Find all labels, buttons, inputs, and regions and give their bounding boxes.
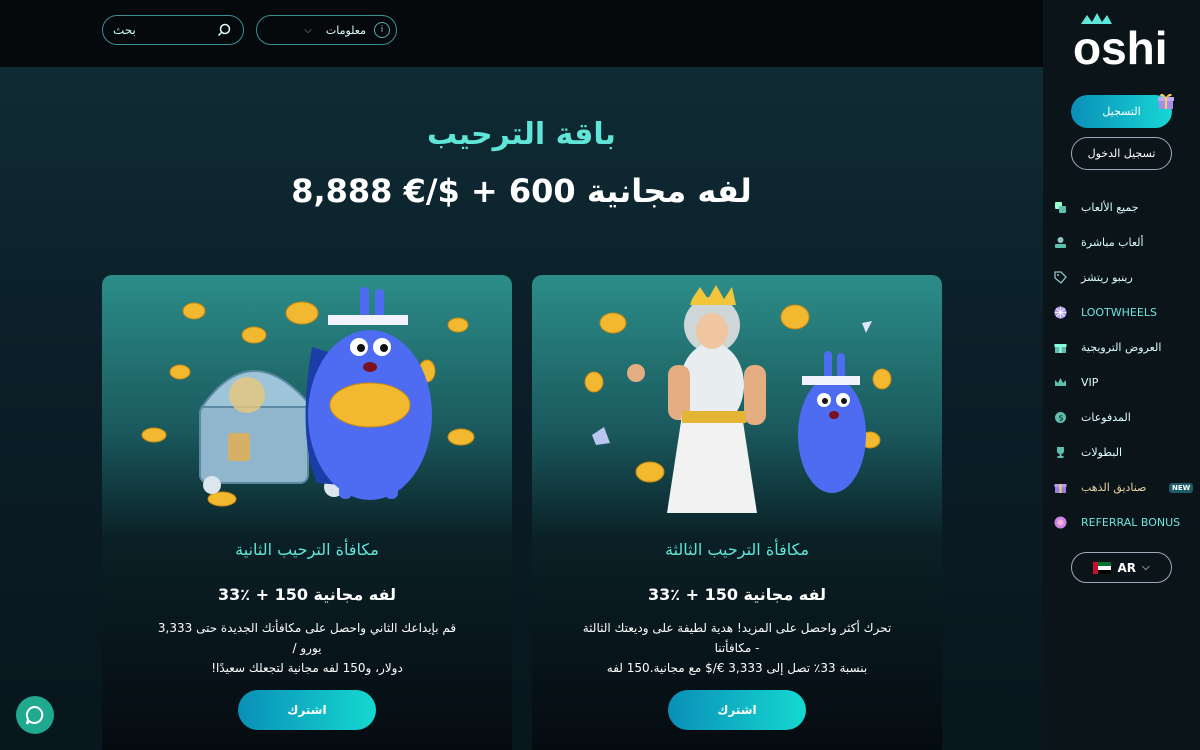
sidebar-item-label: صناديق الذهب — [1081, 481, 1147, 494]
page: بحث ⌵ معلومات i باقة الترحيب 8,888 €/$ +… — [0, 0, 1200, 750]
sidebar-item-payments[interactable]: $ المدفوعات — [1043, 400, 1200, 435]
live-dealer-icon — [1055, 237, 1066, 248]
sidebar-item-label: REFERRAL BONUS — [1081, 516, 1181, 529]
bonus-card-third: مكافأة الترحيب الثالثة 33٪ + 150 لفه مجا… — [532, 275, 942, 750]
bonus-card-description-line: تحرك أكثر واحصل على المزيد! هدية لطيفة ع… — [582, 621, 892, 655]
bonus-card-description-line: قم بإيداعك الثاني واحصل على مكافأتك الجد… — [157, 621, 457, 655]
chevron-down-icon: ⌵ — [1141, 562, 1150, 573]
uae-flag-icon — [1093, 561, 1112, 574]
gift-icon — [1158, 93, 1174, 109]
search-icon — [217, 23, 231, 37]
sidebar-item-lootwheels[interactable]: LOOTWHEELS — [1043, 295, 1200, 330]
sidebar-item-all-games[interactable]: جميع الألعاب — [1043, 190, 1200, 225]
top-bar: بحث ⌵ معلومات i — [0, 0, 1043, 67]
zeus-illustration — [584, 285, 892, 513]
tag-icon — [1054, 271, 1067, 284]
chat-button[interactable] — [16, 696, 54, 734]
bonus-card-description-line: دولار، و150 لفه مجانية لتجعلك سعيدًا! — [211, 661, 403, 675]
gold-box-icon — [1054, 484, 1067, 493]
info-icon: i — [374, 22, 390, 38]
sidebar-item-label: جميع الألعاب — [1081, 201, 1139, 214]
bonus-card-description-line: بنسبة 33٪ تصل إلى 3,333 €/$ مع مجانية.15… — [606, 661, 868, 675]
chat-bubble-icon — [25, 705, 44, 725]
welcome-offer: 8,888 €/$ + 600 لفه مجانية — [291, 172, 752, 210]
info-dropdown[interactable]: ⌵ معلومات i — [256, 15, 397, 45]
page-title: باقة الترحيب — [427, 117, 616, 152]
bonus-card-description: تحرك أكثر واحصل على المزيد! هدية لطيفة ع… — [582, 618, 892, 678]
sidebar-item-label: LOOTWHEELS — [1081, 306, 1157, 319]
sidebar-item-gold-boxes[interactable]: صناديق الذهب NEW — [1043, 470, 1200, 505]
register-label: التسجيل — [1102, 105, 1141, 118]
sidebar-item-label: رينبو ريتشز — [1081, 271, 1133, 284]
sidebar-item-referral-bonus[interactable]: REFERRAL BONUS — [1043, 505, 1200, 540]
language-label: AR — [1117, 560, 1136, 575]
coin-icon: $ — [1055, 412, 1066, 423]
referral-icon — [1054, 516, 1067, 529]
main-content: باقة الترحيب 8,888 €/$ + 600 لفه مجانية — [0, 67, 1043, 750]
register-button[interactable]: التسجيل — [1071, 93, 1174, 128]
sidebar-item-label: العروض الترويجية — [1081, 341, 1162, 354]
logo-text: oshi — [1073, 22, 1168, 70]
bonus-card-offer: 33٪ + 150 لفه مجانية — [217, 585, 397, 604]
wheel-icon — [1054, 306, 1067, 319]
sidebar-item-vip[interactable]: VIP — [1043, 365, 1200, 400]
sidebar-item-label: المدفوعات — [1081, 411, 1131, 424]
sidebar-item-tournaments[interactable]: البطولات — [1043, 435, 1200, 470]
sidebar-item-promotions[interactable]: العروض الترويجية — [1043, 330, 1200, 365]
sidebar-item-rainbow-riches[interactable]: رينبو ريتشز — [1043, 260, 1200, 295]
treasure-illustration — [141, 287, 475, 507]
svg-text:$: $ — [1059, 414, 1064, 423]
login-button[interactable]: تسجيل الدخول — [1071, 137, 1172, 170]
sidebar: oshi التسجيل تسجيل الدخول جميع الألعاب أ… — [1043, 0, 1200, 750]
sidebar-item-label: VIP — [1081, 376, 1099, 389]
sidebar-item-label: ألعاب مباشرة — [1081, 236, 1144, 249]
bonus-card-second: مكافأة الترحيب الثانية 33٪ + 150 لفه مجا… — [102, 275, 512, 750]
join-button[interactable]: اشترك — [238, 690, 376, 730]
new-badge: NEW — [1169, 483, 1194, 493]
join-button[interactable]: اشترك — [668, 690, 806, 730]
gift-icon — [1054, 344, 1067, 353]
search-input[interactable]: بحث — [102, 15, 244, 45]
sidebar-nav: جميع الألعاب ألعاب مباشرة رينبو ريتشز LO… — [1043, 190, 1200, 540]
oshi-logo[interactable]: oshi — [1071, 10, 1181, 70]
info-label: معلومات — [325, 23, 366, 37]
bonus-card-title: مكافأة الترحيب الثالثة — [664, 540, 810, 559]
search-placeholder: بحث — [113, 23, 136, 37]
all-games-icon — [1055, 202, 1066, 213]
sidebar-item-live-games[interactable]: ألعاب مباشرة — [1043, 225, 1200, 260]
chevron-down-icon: ⌵ — [304, 24, 312, 36]
sidebar-item-label: البطولات — [1081, 446, 1123, 459]
crown-icon — [1055, 378, 1066, 386]
trophy-icon — [1057, 447, 1064, 458]
bonus-card-title: مكافأة الترحيب الثانية — [235, 540, 379, 559]
bonus-card-description: قم بإيداعك الثاني واحصل على مكافأتك الجد… — [152, 618, 462, 678]
language-selector[interactable]: AR ⌵ — [1071, 552, 1172, 583]
bonus-card-offer: 33٪ + 150 لفه مجانية — [647, 585, 827, 604]
